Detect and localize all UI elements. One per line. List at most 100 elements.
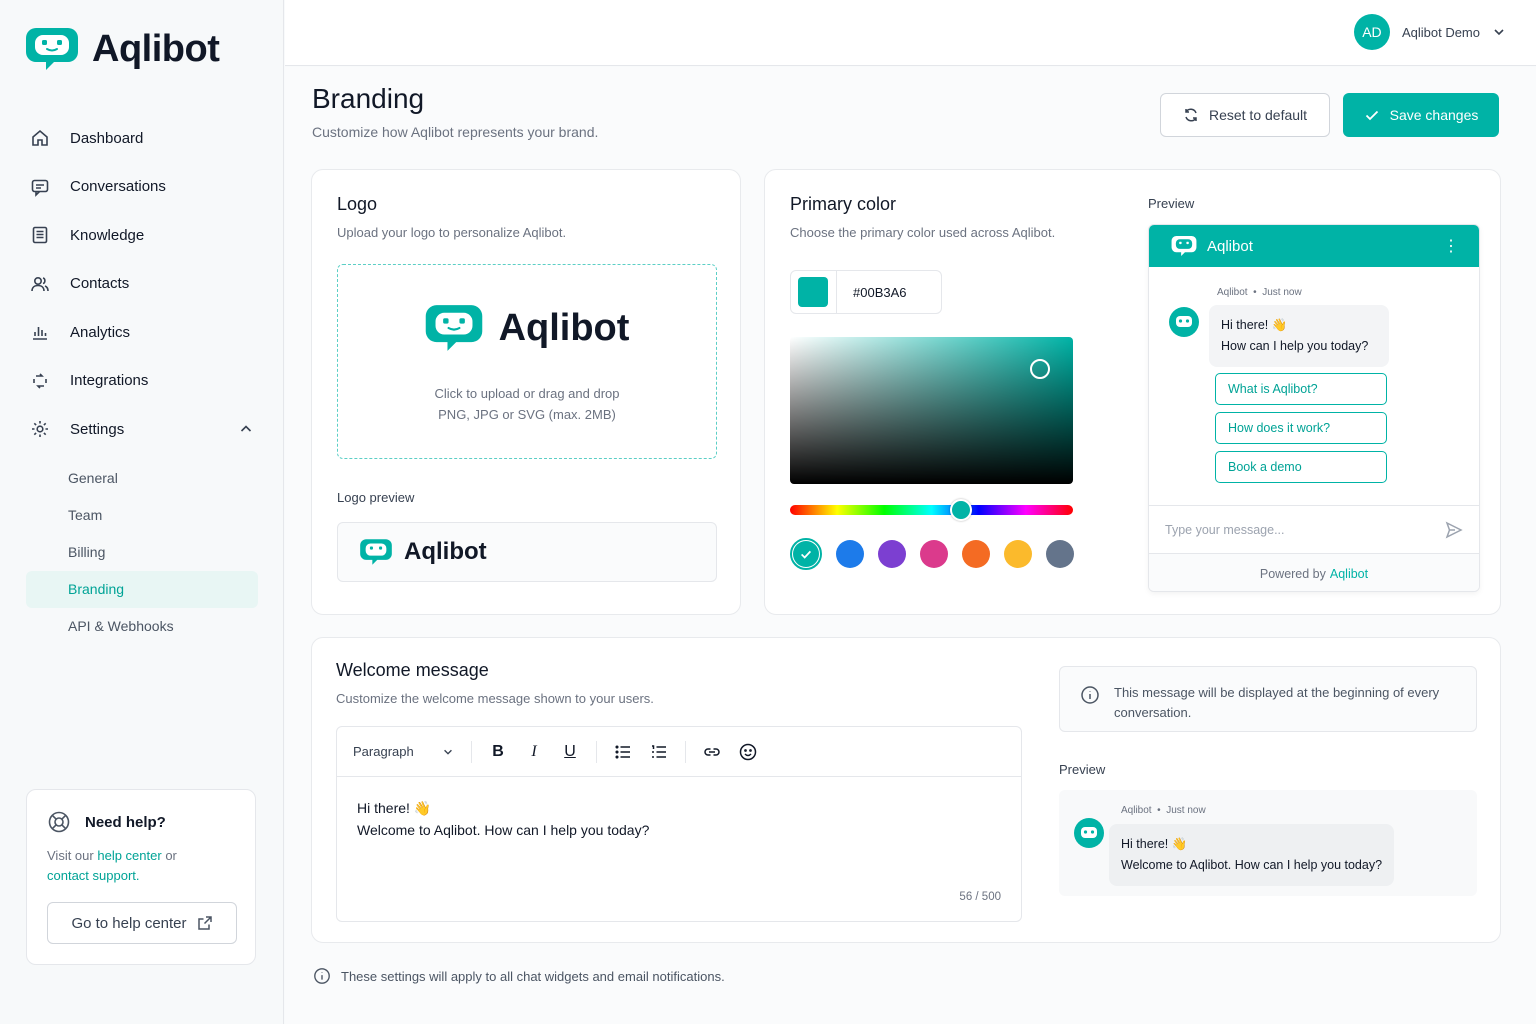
- nav-contacts-label: Contacts: [70, 275, 130, 293]
- topbar: AD Aqlibot Demo: [285, 0, 1536, 66]
- nav-settings-label: Settings: [70, 420, 125, 438]
- more-vertical-icon[interactable]: ⋮: [1443, 236, 1459, 256]
- quick-reply-book-demo[interactable]: Book a demo: [1215, 451, 1387, 483]
- powered-prefix: Powered by: [1259, 566, 1326, 581]
- bot-avatar-icon: [1074, 818, 1104, 848]
- toolbar-divider: [685, 740, 686, 763]
- nav-integrations[interactable]: Integrations: [26, 357, 258, 406]
- char-counter: 56 / 500: [959, 891, 1001, 903]
- welcome-editor: Paragraph B I U Hi there! 👋 Welcome to A…: [336, 726, 1022, 922]
- users-icon: [31, 276, 49, 291]
- swatch-blue[interactable]: [836, 540, 864, 568]
- powered-brand-link[interactable]: Aqlibot: [1330, 567, 1368, 581]
- nav-contacts[interactable]: Contacts: [26, 260, 258, 309]
- underline-icon[interactable]: U: [552, 737, 588, 767]
- app-logo[interactable]: Aqlibot: [26, 26, 220, 72]
- bot-avatar-icon: [1169, 307, 1199, 337]
- help-title-row: Need help?: [47, 810, 235, 834]
- upload-hint: Click to upload or drag and drop PNG, JP…: [338, 383, 716, 425]
- sub-api-webhooks[interactable]: API & Webhooks: [26, 608, 258, 645]
- nav-analytics[interactable]: Analytics: [26, 308, 258, 357]
- hue-handle[interactable]: [950, 499, 972, 521]
- upload-hint-line2: PNG, JPG or SVG (max. 2MB): [438, 407, 616, 422]
- help-button-label: Go to help center: [71, 914, 187, 932]
- save-changes-button[interactable]: Save changes: [1343, 93, 1499, 137]
- widget-meta: Aqlibot • Just now: [1217, 287, 1302, 298]
- widget-greeting-bubble: Hi there! 👋 How can I help you today?: [1209, 305, 1389, 367]
- page-subtitle: Customize how Aqlibot represents your br…: [312, 124, 599, 140]
- italic-icon[interactable]: I: [516, 737, 552, 767]
- editor-line2: Welcome to Aqlibot. How can I help you t…: [357, 822, 650, 838]
- sub-branding[interactable]: Branding: [26, 570, 258, 608]
- welcome-preview-time: Just now: [1166, 805, 1206, 816]
- quick-reply-what-is[interactable]: What is Aqlibot?: [1215, 373, 1387, 405]
- go-to-help-center-button[interactable]: Go to help center: [47, 902, 237, 944]
- swatch-teal-selected[interactable]: [790, 538, 822, 570]
- bot-logo-icon: [425, 305, 482, 351]
- primary-color-title: Primary color: [790, 194, 897, 214]
- bar-chart-icon: [33, 327, 47, 341]
- send-icon[interactable]: [1445, 520, 1463, 539]
- nav-knowledge-label: Knowledge: [70, 226, 145, 244]
- emoji-icon[interactable]: [730, 737, 766, 767]
- footer-note-text: These settings will apply to all chat wi…: [341, 968, 725, 984]
- swatch-purple[interactable]: [878, 540, 906, 568]
- help-title: Need help?: [85, 813, 166, 831]
- help-text: Visit our help center or contact support…: [47, 846, 235, 886]
- logo-preview-label: Logo preview: [337, 490, 415, 505]
- nav-conversations-label: Conversations: [70, 178, 166, 196]
- gear-icon: [32, 421, 48, 438]
- avatar: AD: [1353, 14, 1390, 50]
- nav-settings[interactable]: Settings: [26, 405, 258, 454]
- hue-slider[interactable]: [790, 499, 1073, 521]
- nav-dashboard[interactable]: Dashboard: [26, 114, 258, 163]
- swatch-gray[interactable]: [1046, 540, 1074, 568]
- swatch-yellow[interactable]: [1004, 540, 1032, 568]
- logo-upload-dropzone[interactable]: Aqlibot Click to upload or drag and drop…: [337, 264, 717, 459]
- sub-team[interactable]: Team: [26, 497, 258, 534]
- editor-content[interactable]: Hi there! 👋 Welcome to Aqlibot. How can …: [337, 777, 1021, 861]
- widget-message-input[interactable]: Type your message...: [1149, 505, 1479, 553]
- save-label: Save changes: [1389, 107, 1479, 123]
- swatch-pink[interactable]: [920, 540, 948, 568]
- user-name: Aqlibot Demo: [1401, 24, 1480, 40]
- sub-billing[interactable]: Billing: [26, 534, 258, 571]
- sub-general[interactable]: General: [26, 460, 258, 497]
- saturation-picker[interactable]: [790, 337, 1073, 484]
- bullet-list-icon[interactable]: [605, 737, 641, 767]
- paragraph-format-select[interactable]: Paragraph: [353, 744, 463, 759]
- link-icon[interactable]: [694, 737, 730, 767]
- widget-greeting: Hi there! 👋: [1221, 318, 1288, 332]
- chat-icon: [31, 179, 49, 197]
- widget-time: Just now: [1262, 287, 1302, 298]
- user-menu[interactable]: AD Aqlibot Demo: [1353, 14, 1506, 50]
- widget-header: Aqlibot ⋮: [1149, 225, 1479, 267]
- hex-color-input[interactable]: #00B3A6: [790, 270, 942, 314]
- quick-reply-how-works[interactable]: How does it work?: [1215, 412, 1387, 444]
- widget-input-placeholder: Type your message...: [1165, 522, 1285, 537]
- help-center-link[interactable]: help center: [97, 848, 161, 863]
- widget-title: Aqlibot: [1207, 237, 1253, 255]
- reset-to-default-button[interactable]: Reset to default: [1160, 93, 1330, 137]
- page-title: Branding: [312, 83, 425, 114]
- numbered-list-icon[interactable]: [641, 737, 677, 767]
- quick-replies: What is Aqlibot? How does it work? Book …: [1215, 373, 1387, 490]
- help-card: Need help? Visit our help center or cont…: [26, 789, 256, 965]
- info-icon: [314, 968, 330, 984]
- format-label: Paragraph: [353, 744, 414, 759]
- chevron-down-icon: [1494, 29, 1504, 36]
- nav-knowledge[interactable]: Knowledge: [26, 211, 258, 260]
- hex-value: #00B3A6: [836, 271, 907, 313]
- logo-card-desc: Upload your logo to personalize Aqlibot.: [337, 225, 567, 240]
- nav-conversations[interactable]: Conversations: [26, 163, 258, 212]
- nav-integrations-label: Integrations: [70, 372, 149, 390]
- bold-icon[interactable]: B: [480, 737, 516, 767]
- toolbar-divider: [471, 740, 472, 763]
- contact-support-link[interactable]: contact support.: [47, 868, 140, 883]
- book-icon: [32, 226, 48, 244]
- external-link-icon: [197, 916, 212, 930]
- swatch-orange[interactable]: [962, 540, 990, 568]
- saturation-handle[interactable]: [1030, 359, 1050, 379]
- main-nav: Dashboard Conversations Knowledge Contac…: [26, 114, 258, 645]
- refresh-icon: [1185, 108, 1197, 122]
